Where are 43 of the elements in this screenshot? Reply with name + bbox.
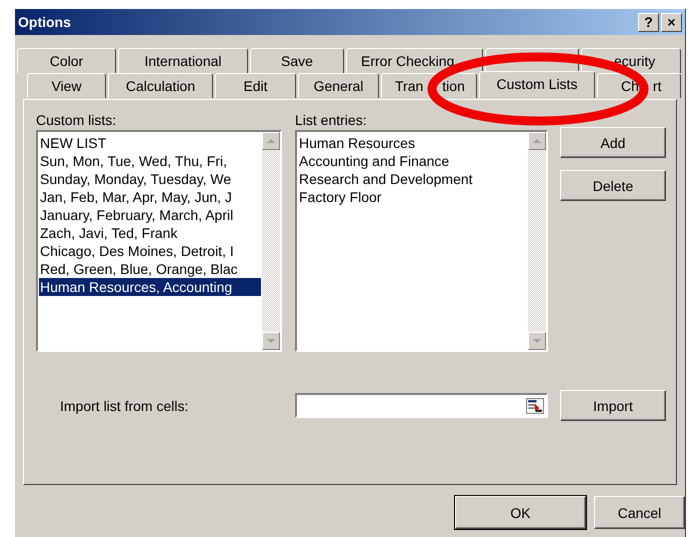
- tab[interactable]: General: [298, 73, 379, 98]
- list-entry: Human Resources: [298, 134, 416, 152]
- scroll-down-button[interactable]: [262, 332, 280, 350]
- scroll-up-button[interactable]: [262, 132, 280, 150]
- cancel-button[interactable]: Cancel: [594, 496, 685, 529]
- list-item[interactable]: Sunday, Monday, Tuesday, We: [39, 170, 261, 188]
- list-entries-label: List entries:: [295, 112, 368, 130]
- list-entry: Accounting and Finance: [298, 152, 450, 170]
- list-item[interactable]: Zach, Javi, Ted, Frank: [39, 224, 261, 242]
- list-item[interactable]: January, February, March, April: [39, 206, 261, 224]
- tab[interactable]: View: [27, 73, 106, 98]
- scroll-down-button[interactable]: [528, 332, 546, 350]
- tab[interactable]: International: [118, 48, 248, 73]
- scrollbar[interactable]: [262, 132, 280, 350]
- list-item[interactable]: Chicago, Des Moines, Detroit, I: [39, 242, 261, 260]
- list-item[interactable]: Red, Green, Blue, Orange, Blac: [39, 260, 261, 278]
- tab[interactable]: Error Checking: [346, 48, 483, 73]
- list-item[interactable]: Sun, Mon, Tue, Wed, Thu, Fri,: [39, 152, 261, 170]
- custom-lists-listbox[interactable]: [36, 130, 282, 352]
- tab[interactable]: Custom Lists: [479, 71, 595, 98]
- ok-button[interactable]: OK: [455, 496, 586, 529]
- range-picker-icon[interactable]: [526, 396, 544, 414]
- tab[interactable]: Edit: [215, 73, 296, 98]
- list-entries-box[interactable]: Human Resources Accounting and Finance Research and Development Factory Floor: [295, 130, 548, 352]
- tab[interactable]: Calculation: [108, 73, 213, 98]
- list-entry: Research and Development: [298, 170, 474, 188]
- import-label: Import list from cells:: [59, 398, 190, 414]
- import-range-field[interactable]: [295, 393, 548, 418]
- tab[interactable]: Color: [17, 48, 116, 73]
- import-button[interactable]: Import: [560, 390, 666, 421]
- scrollbar[interactable]: [528, 132, 546, 350]
- list-item[interactable]: NEW LIST: [39, 134, 261, 152]
- list-item[interactable]: Human Resources, Accounting: [39, 278, 261, 296]
- window-title: Options: [18, 14, 71, 30]
- tab[interactable]: Save: [250, 48, 344, 73]
- list-item[interactable]: Jan, Feb, Mar, Apr, May, Jun, J: [39, 188, 261, 206]
- help-button[interactable]: ?: [638, 12, 659, 32]
- delete-button[interactable]: Delete: [560, 170, 666, 201]
- close-button[interactable]: ×: [661, 12, 682, 32]
- custom-lists-label: Custom lists:: [36, 112, 118, 130]
- add-button[interactable]: Add: [560, 127, 666, 158]
- list-entry: Factory Floor: [298, 188, 382, 206]
- scroll-up-button[interactable]: [528, 132, 546, 150]
